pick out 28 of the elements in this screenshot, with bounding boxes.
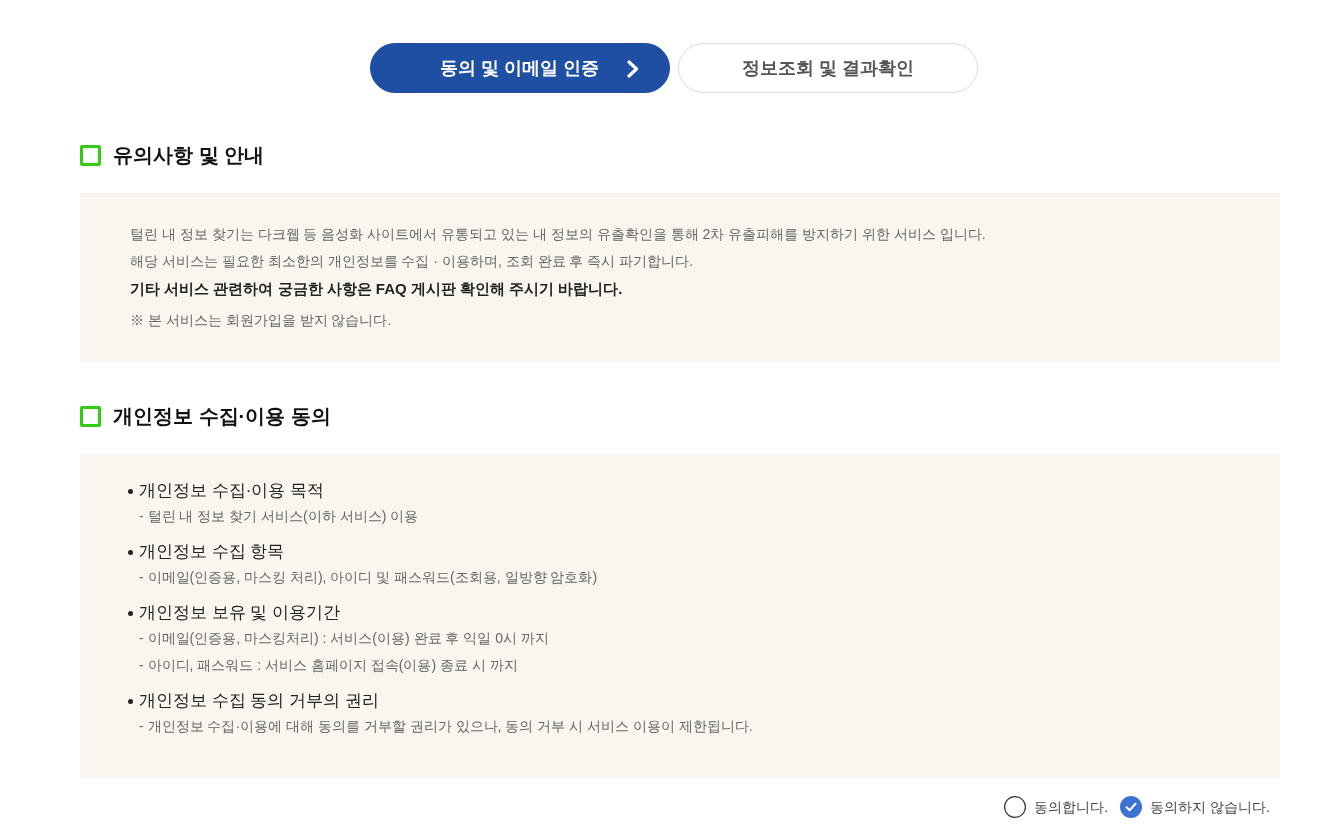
bullet-icon — [128, 488, 133, 494]
item-detail: - 아이디, 패스워드 : 서비스 홈페이지 접속(이용) 종료 시 까지 — [138, 656, 519, 675]
radio-icon[interactable] — [1004, 796, 1027, 818]
bullet-icon — [128, 549, 133, 555]
item-detail: - 털린 내 정보 찾기 서비스(이하 서비스) 이용 — [138, 507, 420, 526]
item-heading: 개인정보 수집 항목 — [139, 541, 285, 563]
square-icon — [80, 144, 101, 166]
step-tab[interactable]: 동의 및 이메일 인증 — [370, 43, 670, 93]
item-heading: 개인정보 보유 및 이용기간 — [139, 602, 341, 624]
radio-checked-icon[interactable] — [1120, 796, 1143, 818]
notice-text: 해당 서비스는 필요한 최소한의 개인정보를 수집 · 이용하며, 조회 완료 후 즉시 파기합니다. — [130, 252, 695, 271]
item-detail: - 이메일(인증용, 마스킹 처리), 아이디 및 패스워드(조회용, 일방향 암호화) — [138, 568, 599, 587]
item-detail: - 이메일(인증용, 마스킹처리) : 서비스(이용) 완료 후 익일 0시 까지 — [138, 629, 550, 648]
item-heading: 개인정보 수집·이용 목적 — [139, 480, 325, 502]
step-tab[interactable]: 정보조회 및 결과확인 — [678, 43, 978, 93]
chevron-right-icon — [627, 60, 639, 78]
radio-option[interactable]: 동의하지 않습니다. — [1120, 796, 1270, 818]
section-title: 개인정보 수집·이용 동의 — [113, 404, 331, 429]
section-title: 유의사항 및 안내 — [113, 143, 265, 168]
notice-text: 기타 서비스 관련하여 궁금한 사항은 FAQ 게시판 확인해 주시기 바랍니다. — [130, 279, 624, 299]
bullet-icon — [128, 698, 133, 704]
item-detail: - 개인정보 수집·이용에 대해 동의를 거부할 권리가 있으나, 동의 거부 시 서비스 이용이 제한됩니다. — [138, 717, 754, 736]
notice-text: 털린 내 정보 찾기는 다크웹 등 음성화 사이트에서 유통되고 있는 내 정보의 유출확인을 통해 2차 유출피해를 방지하기 위한 서비스 입니다. — [130, 225, 987, 244]
note-text: ※ 본 서비스는 회원가입을 받지 않습니다. — [130, 311, 393, 330]
bullet-icon — [128, 610, 133, 616]
radio-option[interactable]: 동의합니다. — [1004, 796, 1109, 818]
item-heading: 개인정보 수집 동의 거부의 권리 — [139, 690, 379, 712]
square-icon — [80, 405, 101, 427]
